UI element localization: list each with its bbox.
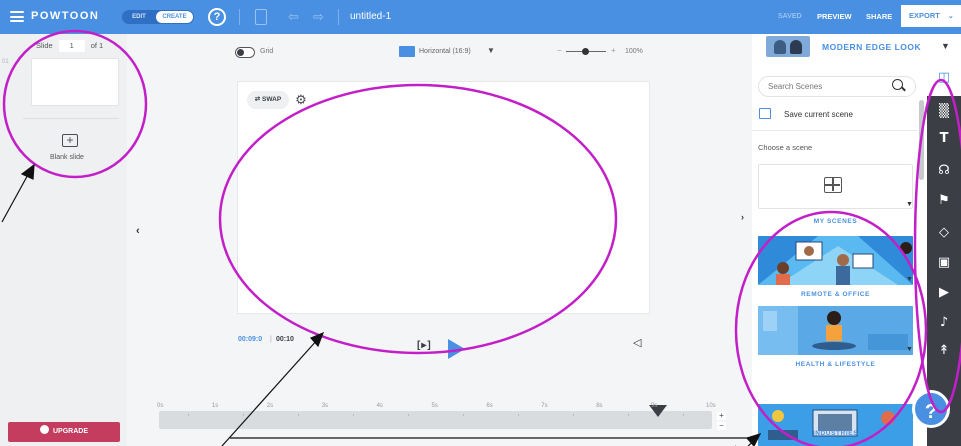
annotation-overlay bbox=[1, 29, 961, 446]
annotation-ellipse bbox=[2, 29, 148, 179]
timeline-tick-label: 5s bbox=[431, 403, 438, 409]
timeline-tick-mark bbox=[462, 414, 464, 416]
timeline-tick-label: 4s bbox=[376, 403, 383, 409]
timeline-tick-mark bbox=[517, 414, 519, 416]
timeline-tick-mark bbox=[627, 414, 629, 416]
annotation-arrowhead bbox=[20, 163, 35, 180]
timeline-tick-mark bbox=[353, 414, 355, 416]
timeline-tick-mark bbox=[408, 414, 410, 416]
annotation-ellipse bbox=[913, 78, 961, 414]
annotation-arrowhead bbox=[745, 433, 762, 446]
timeline-tick-label: 10s bbox=[706, 403, 716, 409]
timeline-tick-mark bbox=[298, 414, 300, 416]
timeline-tick-label: 1s bbox=[211, 403, 219, 409]
timeline-tick-label: 6s bbox=[486, 403, 493, 409]
timeline-tick-label: 3s bbox=[321, 403, 329, 409]
timeline-tick-label: 0s bbox=[157, 403, 164, 409]
timeline-tick-mark bbox=[572, 414, 574, 416]
timeline-tick-label: 9s bbox=[651, 403, 658, 409]
timeline-tick-mark bbox=[682, 414, 684, 416]
annotation-arrow bbox=[221, 338, 319, 446]
timeline-tick-label: 2s bbox=[266, 403, 274, 409]
timeline-tick-mark bbox=[188, 414, 190, 416]
annotation-ellipse bbox=[734, 210, 928, 446]
timeline-tick-label: 7s bbox=[541, 403, 548, 409]
timeline-tick-mark bbox=[243, 414, 245, 416]
timeline-tick-label: 8s bbox=[596, 403, 603, 409]
annotation-ellipse bbox=[218, 83, 618, 355]
annotation-arrow bbox=[1, 170, 31, 223]
